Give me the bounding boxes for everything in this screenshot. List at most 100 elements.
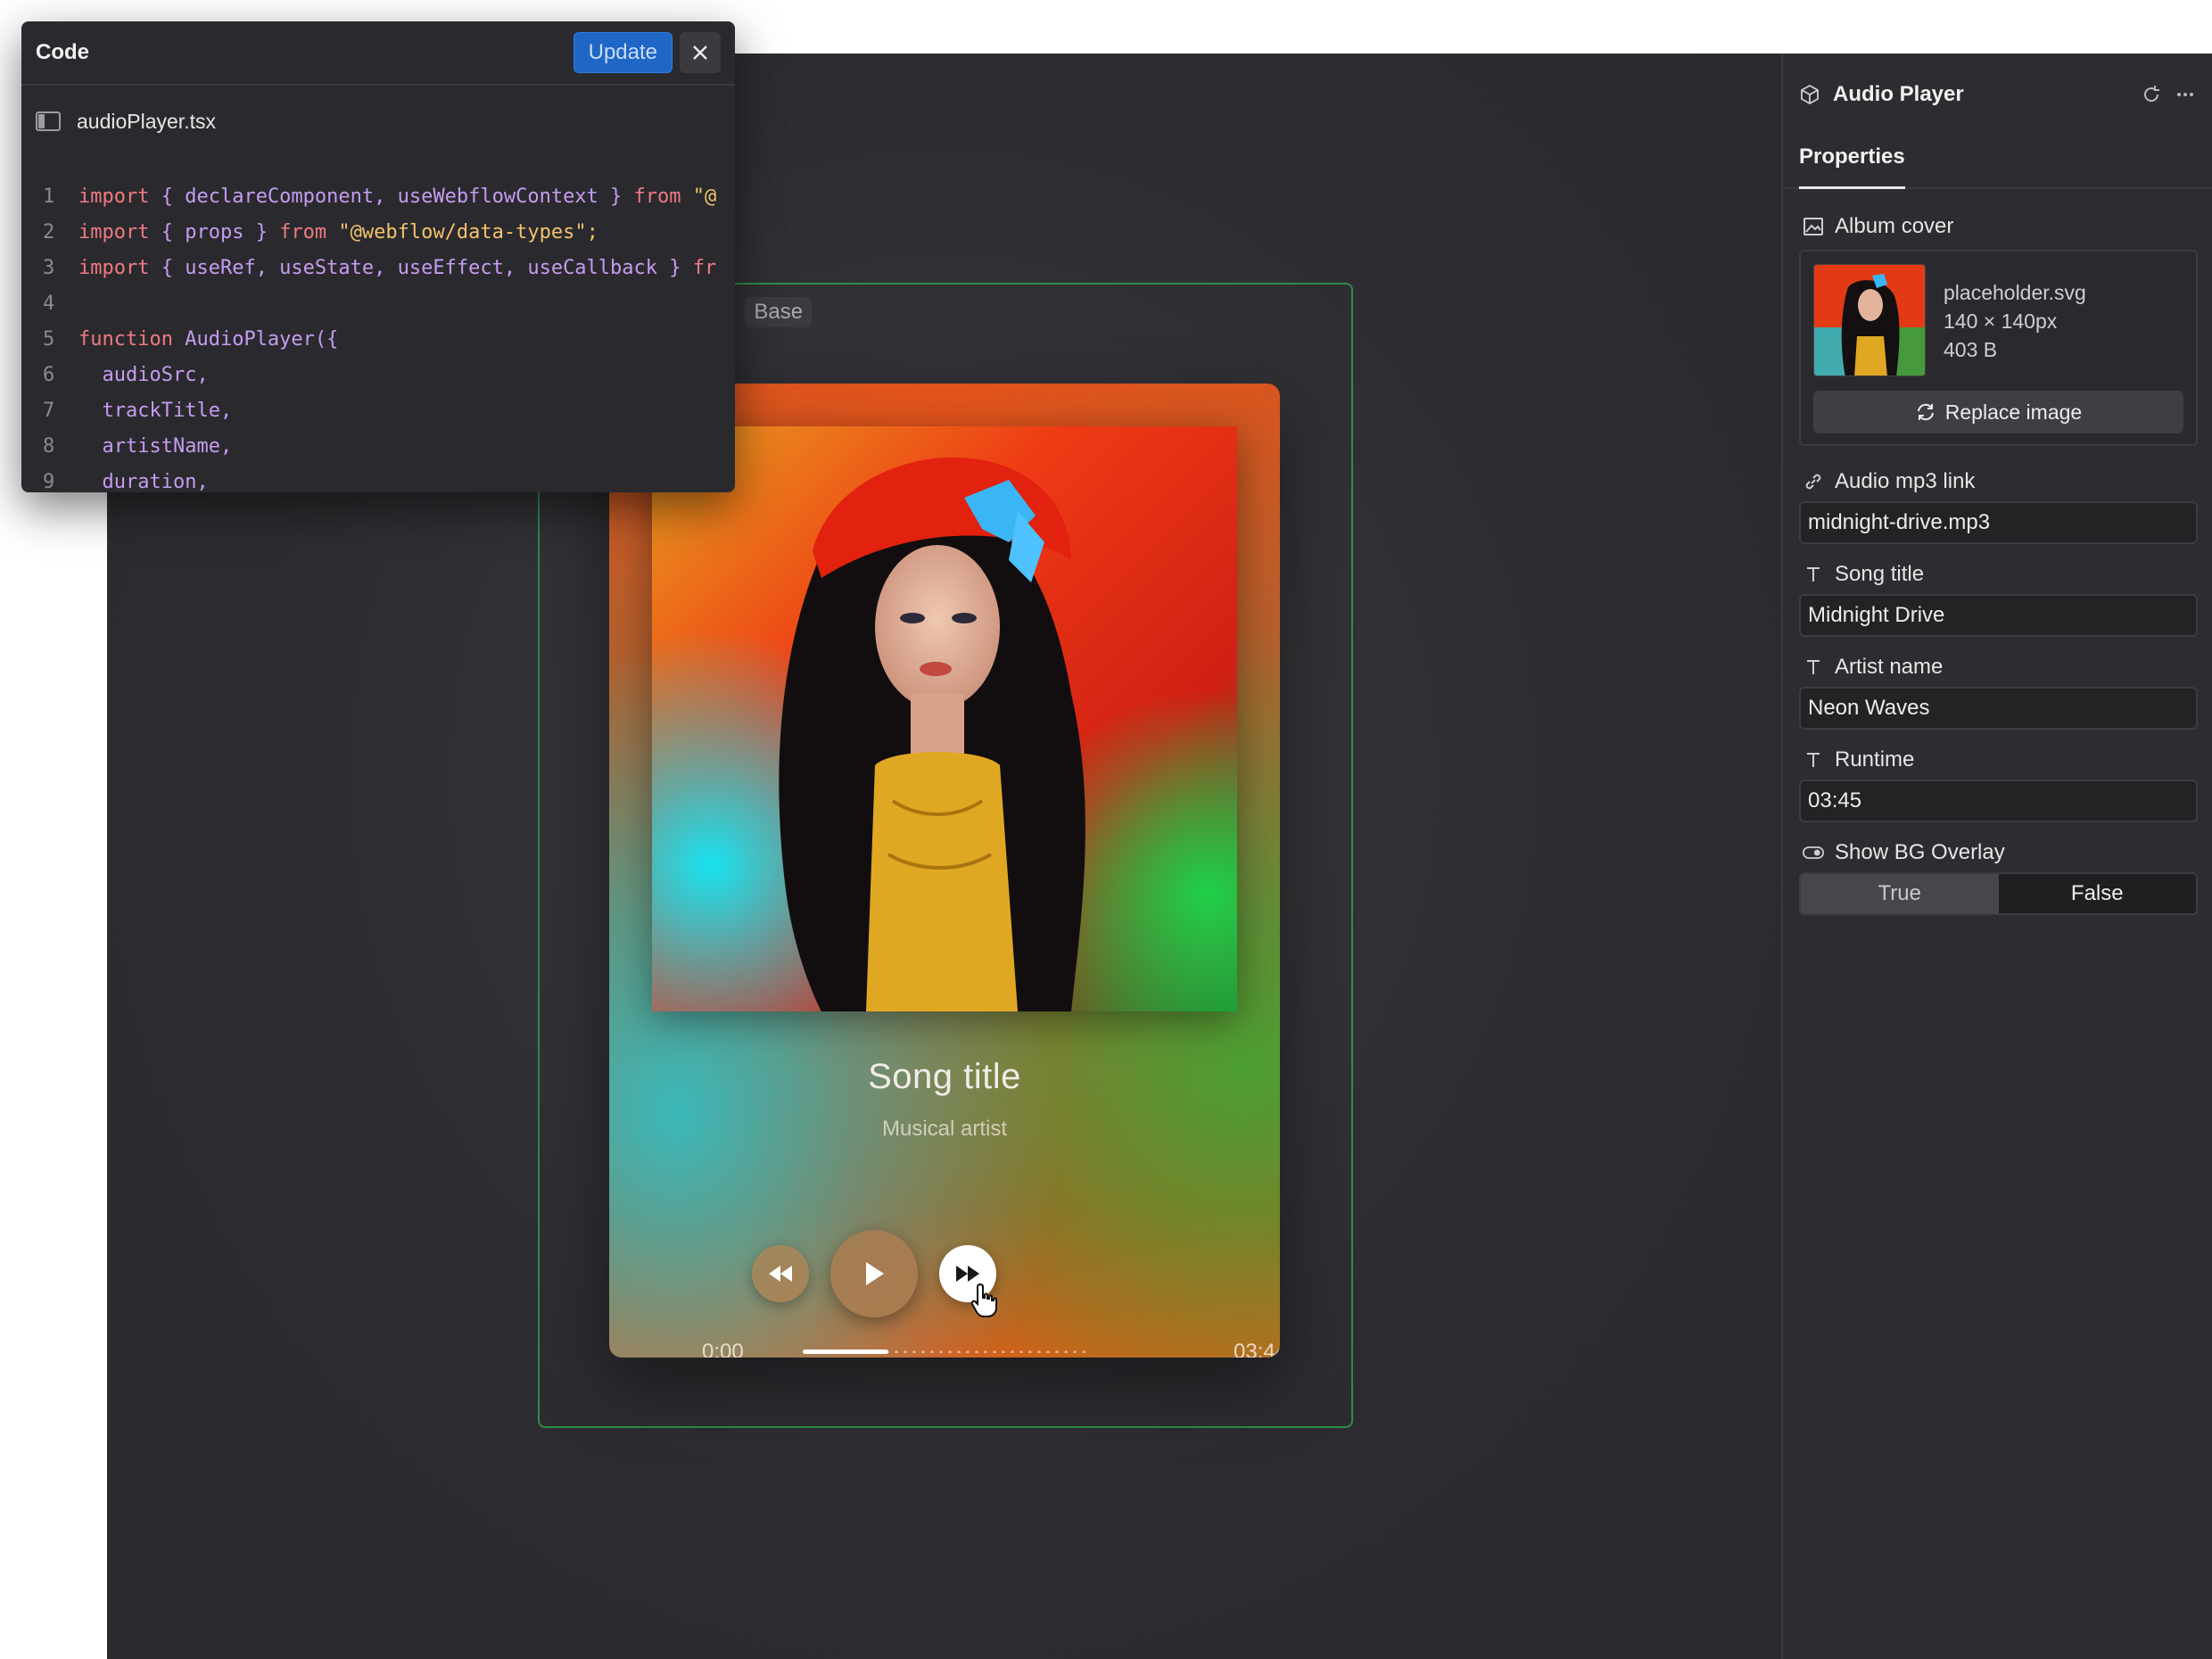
play-icon xyxy=(866,1262,884,1285)
image-icon xyxy=(1803,218,1823,235)
audio-player-card[interactable]: Song title Musical artist 0:00 03:4 xyxy=(609,384,1280,1358)
audio-link-input[interactable]: midnight-drive.mp3 xyxy=(1799,501,2198,544)
song-title-label: Song title xyxy=(1783,555,2212,594)
album-cover-asset: placeholder.svg 140 × 140px 403 B Replac… xyxy=(1799,250,2198,446)
code-text: import { useRef, useState, useEffect, us… xyxy=(78,257,716,279)
code-text: artistName, xyxy=(78,435,232,458)
code-token: import xyxy=(78,256,150,279)
bg-overlay-label-text: Show BG Overlay xyxy=(1835,840,2005,864)
fast-forward-icon xyxy=(956,1266,979,1282)
code-line: 1 import { declareComponent, useWebflowCo… xyxy=(21,178,735,214)
text-icon xyxy=(1807,660,1820,674)
close-icon xyxy=(693,45,707,60)
asset-file-name: placeholder.svg xyxy=(1944,281,2086,304)
code-token: "@ xyxy=(681,185,717,208)
progress-bar[interactable] xyxy=(803,1349,1088,1354)
song-title-input[interactable]: Midnight Drive xyxy=(1799,594,2198,637)
code-line: 3 import { useRef, useState, useEffect, u… xyxy=(21,250,735,285)
bg-overlay-true-option[interactable]: True xyxy=(1801,874,1999,913)
code-token: "@webflow/data-types"; xyxy=(326,220,598,243)
code-line: 5 function AudioPlayer({ xyxy=(21,321,735,357)
update-button[interactable]: Update xyxy=(573,32,673,73)
code-token: artistName, xyxy=(78,434,233,458)
code-panel-header: Code Update xyxy=(21,21,735,86)
line-number: 7 xyxy=(43,399,55,422)
line-number: 8 xyxy=(43,434,55,458)
code-text: function AudioPlayer({ xyxy=(78,328,338,351)
runtime-label: Runtime xyxy=(1783,740,2212,780)
replace-image-label: Replace image xyxy=(1944,400,2083,424)
variant-badge[interactable]: Base xyxy=(745,297,813,327)
album-cover-label: Album cover xyxy=(1783,207,2212,246)
runtime-input[interactable]: 03:45 xyxy=(1799,780,2198,822)
code-text: import { props } from "@webflow/data-typ… xyxy=(78,221,598,243)
code-editor[interactable]: 1 import { declareComponent, useWebflowCo… xyxy=(21,178,735,493)
tab-properties[interactable]: Properties xyxy=(1799,136,1905,189)
artist-name-label-text: Artist name xyxy=(1835,655,1944,679)
code-token: { declareComponent, useWebflowContext } xyxy=(149,185,634,208)
code-line: 2 import { props } from "@webflow/data-ty… xyxy=(21,214,735,250)
text-icon xyxy=(1807,753,1820,767)
code-token: fr xyxy=(692,256,717,279)
audio-link-label: Audio mp3 link xyxy=(1783,462,2212,501)
audio-link-label-text: Audio mp3 link xyxy=(1835,469,1976,493)
line-number: 4 xyxy=(43,292,55,315)
replace-icon xyxy=(1917,403,1934,421)
progress-fill xyxy=(803,1349,888,1354)
sidebar-toggle-icon[interactable] xyxy=(36,111,61,132)
file-name[interactable]: audioPlayer.tsx xyxy=(77,110,216,134)
text-icon xyxy=(1807,567,1820,582)
thumbnail-art xyxy=(1814,265,1925,376)
code-token: duration, xyxy=(78,470,209,493)
artist-name-label: Artist name xyxy=(1783,648,2212,687)
bg-overlay-toggle: True False xyxy=(1799,872,2198,915)
rewind-icon xyxy=(769,1266,792,1282)
line-number: 9 xyxy=(43,470,55,493)
album-cover-label-text: Album cover xyxy=(1835,214,1954,238)
asset-size: 403 B xyxy=(1944,338,1998,361)
runtime-label-text: Runtime xyxy=(1835,747,1915,772)
code-text: trackTitle, xyxy=(78,400,232,422)
more-options-icon[interactable] xyxy=(2175,84,2196,105)
album-cover-thumbnail[interactable] xyxy=(1813,264,1926,376)
code-token: import xyxy=(78,185,150,208)
album-cover-image xyxy=(652,426,1237,1011)
line-number: 6 xyxy=(43,363,55,386)
song-title: Song title xyxy=(868,1057,1021,1096)
bg-overlay-label: Show BG Overlay xyxy=(1783,833,2212,872)
time-total: 03:44 xyxy=(1234,1340,1280,1358)
time-elapsed: 0:00 xyxy=(702,1340,744,1358)
code-token: AudioPlayer({ xyxy=(172,327,339,351)
code-text: import { declareComponent, useWebflowCon… xyxy=(78,186,716,208)
code-token: from xyxy=(633,185,681,208)
properties-header: Audio Player xyxy=(1783,54,2212,136)
play-button[interactable] xyxy=(830,1230,918,1317)
code-line: 8 artistName, xyxy=(21,428,735,464)
code-token: function xyxy=(78,327,173,351)
code-token: trackTitle, xyxy=(78,399,233,422)
properties-tabs: Properties xyxy=(1783,136,2212,189)
line-number: 2 xyxy=(43,220,55,243)
asset-dimensions: 140 × 140px xyxy=(1944,310,2058,333)
rewind-button[interactable] xyxy=(752,1245,809,1302)
code-token: from xyxy=(279,220,327,243)
asset-meta: placeholder.svg 140 × 140px 403 B xyxy=(1944,278,2086,364)
song-artist: Musical artist xyxy=(881,1117,1008,1141)
replace-image-button[interactable]: Replace image xyxy=(1813,391,2183,433)
code-panel: Code Update audioPlayer.tsx 1 import { de… xyxy=(21,21,735,492)
code-line: 9 duration, xyxy=(21,464,735,493)
component-icon xyxy=(1801,84,1819,105)
component-title: Audio Player xyxy=(1833,82,1964,106)
code-text: audioSrc, xyxy=(78,364,208,386)
playback-controls xyxy=(609,1222,1280,1317)
bg-overlay-false-option[interactable]: False xyxy=(1998,874,2196,913)
line-number: 5 xyxy=(43,327,55,351)
code-line: 4 xyxy=(21,285,735,321)
refresh-icon[interactable] xyxy=(2141,84,2162,105)
code-token: { useRef, useState, useEffect, useCallba… xyxy=(149,256,693,279)
artist-name-input[interactable]: Neon Waves xyxy=(1799,687,2198,730)
code-text: duration, xyxy=(78,470,209,493)
close-button[interactable] xyxy=(680,32,721,73)
code-token: { props } xyxy=(149,220,280,243)
album-art xyxy=(652,426,1237,1011)
